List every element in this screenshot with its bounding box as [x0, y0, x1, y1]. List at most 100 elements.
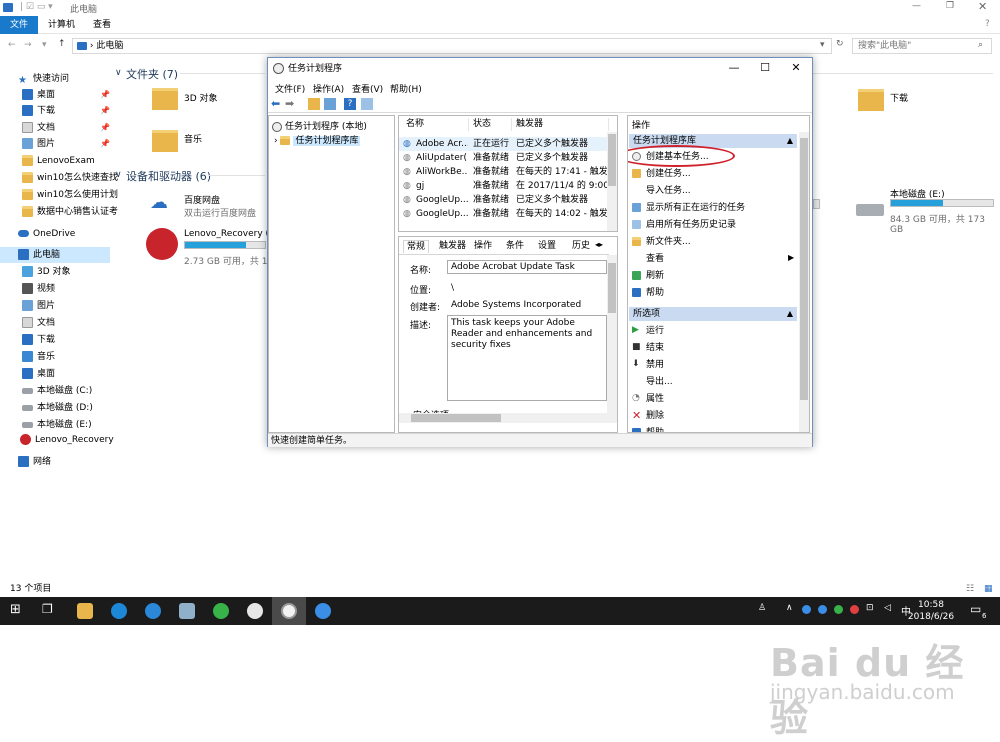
action-help-selected[interactable]: 帮助: [632, 426, 664, 432]
tray-expand-icon[interactable]: ∧: [786, 603, 793, 613]
details-view-icon[interactable]: ☷: [966, 584, 974, 594]
nav-recent-3[interactable]: win10怎么使用计划: [22, 188, 118, 203]
drive-e-icon[interactable]: [856, 204, 884, 216]
folder-music-label[interactable]: 音乐: [184, 132, 202, 145]
detail-vscrollbar[interactable]: [607, 255, 617, 423]
notification-icon[interactable]: ▭: [970, 602, 981, 616]
collapse-icon[interactable]: ▲: [787, 307, 793, 321]
nav-music[interactable]: 音乐: [22, 350, 55, 365]
nav-recent-1[interactable]: LenovoExam: [22, 154, 95, 169]
up-folder-icon[interactable]: [308, 98, 320, 110]
nav-videos[interactable]: 视频: [22, 282, 55, 297]
nav-quick-access[interactable]: ★ 快速访问: [18, 72, 69, 87]
tab-actions[interactable]: 操作: [471, 240, 495, 253]
nav-network[interactable]: 网络: [18, 455, 51, 470]
task-name-field[interactable]: Adobe Acrobat Update Task: [447, 260, 607, 274]
nav-this-pc[interactable]: 此电脑: [18, 248, 60, 263]
search-input[interactable]: 搜索"此电脑": [852, 38, 992, 54]
nav-recent-2[interactable]: win10怎么快速查找: [22, 171, 118, 186]
tray-app-icon[interactable]: [818, 605, 827, 614]
volume-icon[interactable]: ◁: [884, 603, 891, 613]
action-disable[interactable]: ⬇ 禁用: [632, 358, 664, 373]
collapse-folders-icon[interactable]: ∨: [115, 68, 122, 78]
scroll-thumb[interactable]: [411, 414, 501, 422]
nav-3d-objects[interactable]: 3D 对象: [22, 265, 71, 280]
nav-pc-documents[interactable]: 文档: [22, 316, 55, 331]
nav-pictures[interactable]: 图片: [22, 137, 55, 152]
action-help[interactable]: 帮助: [632, 286, 664, 301]
address-dropdown-icon[interactable]: ▾: [820, 40, 825, 50]
address-bar[interactable]: › 此电脑: [72, 38, 832, 54]
folder-downloads-icon[interactable]: [858, 89, 884, 111]
nav-recovery[interactable]: Lenovo_Recovery: [20, 433, 114, 448]
action-view[interactable]: 查看: [632, 252, 664, 267]
dialog-maximize-button[interactable]: ☐: [755, 61, 775, 74]
taskbar-ie-icon[interactable]: [145, 603, 161, 619]
nav-pc-desktop[interactable]: 桌面: [22, 367, 55, 382]
taskbar-app3-icon[interactable]: [315, 603, 331, 619]
task-list-scrollbar[interactable]: [607, 132, 617, 231]
column-name[interactable]: 名称: [403, 118, 469, 131]
nav-pc-downloads[interactable]: 下载: [22, 333, 55, 348]
taskbar-wechat-icon[interactable]: [213, 603, 229, 619]
tray-app-icon[interactable]: [802, 605, 811, 614]
folder-downloads-label[interactable]: 下载: [890, 91, 908, 104]
dialog-minimize-button[interactable]: —: [724, 61, 744, 74]
taskbar-edge-icon[interactable]: [111, 603, 127, 619]
tab-history[interactable]: 历史: [569, 240, 593, 253]
action-end[interactable]: ■ 结束: [632, 341, 664, 356]
taskbar-app-icon[interactable]: [179, 603, 195, 619]
tab-settings[interactable]: 设置: [535, 240, 559, 253]
selected-section-header[interactable]: 所选项 ▲: [629, 307, 797, 321]
action-refresh[interactable]: 刷新: [632, 269, 664, 284]
taskbar-app2-icon[interactable]: [247, 603, 263, 619]
tree-library[interactable]: › 任务计划程序库: [274, 133, 361, 146]
recovery-drive-label[interactable]: Lenovo_Recovery (F:): [184, 229, 280, 239]
show-action-pane-icon[interactable]: [361, 98, 373, 110]
tray-wechat-icon[interactable]: [834, 605, 843, 614]
action-show-running[interactable]: 显示所有正在运行的任务: [632, 201, 745, 216]
clock[interactable]: 10:58 2018/6/26: [906, 599, 956, 623]
refresh-icon[interactable]: ↻: [836, 39, 844, 49]
table-row[interactable]: ◍ Adobe Acr... 正在运行 已定义多个触发器: [399, 137, 609, 151]
table-row[interactable]: ◍ GoogleUp... 准备就绪 已定义多个触发器: [399, 193, 609, 207]
column-trigger[interactable]: 触发器: [513, 118, 609, 131]
taskbar-explorer-icon[interactable]: [77, 603, 93, 619]
nav-pc-pictures[interactable]: 图片: [22, 299, 55, 314]
action-export[interactable]: 导出...: [632, 375, 673, 390]
start-windows-icon[interactable]: ⊞: [10, 602, 21, 617]
ribbon-tab-computer[interactable]: 计算机: [48, 16, 75, 34]
folder-music-icon[interactable]: [152, 130, 178, 152]
scroll-thumb[interactable]: [800, 138, 808, 400]
tab-conditions[interactable]: 条件: [503, 240, 527, 253]
taskbar-scheduler-icon[interactable]: [281, 603, 297, 619]
menu-view[interactable]: 查看(V): [352, 82, 383, 95]
tab-general[interactable]: 常规: [403, 240, 430, 253]
tab-scroll-arrows-icon[interactable]: ◂▸: [595, 240, 603, 249]
minimize-button[interactable]: —: [912, 1, 921, 11]
tray-app-icon[interactable]: [850, 605, 859, 614]
forward-arrow-icon[interactable]: →: [24, 40, 32, 50]
people-icon[interactable]: ♙: [758, 603, 766, 613]
help-icon[interactable]: ?: [344, 98, 356, 110]
recent-dropdown-icon[interactable]: ▾: [42, 40, 47, 50]
menu-file[interactable]: 文件(F): [275, 82, 305, 95]
tree-root[interactable]: 任务计划程序 (本地): [272, 119, 367, 132]
close-button[interactable]: ✕: [978, 0, 987, 13]
menu-action[interactable]: 操作(A): [313, 82, 344, 95]
scroll-thumb[interactable]: [608, 263, 616, 313]
up-arrow-icon[interactable]: ↑: [58, 39, 66, 49]
detail-hscrollbar[interactable]: [399, 413, 607, 423]
back-arrow-icon[interactable]: ⬅: [271, 98, 283, 110]
help-icon[interactable]: ?: [985, 19, 990, 29]
baidu-netdisk-icon[interactable]: ☁: [150, 193, 174, 213]
quick-access-toolbar[interactable]: | ☑ ▭ ▾: [20, 2, 53, 12]
action-new-folder[interactable]: 新文件夹...: [632, 235, 691, 250]
nav-documents[interactable]: 文档: [22, 121, 55, 136]
nav-recent-4[interactable]: 数据中心销售认证考: [22, 205, 118, 220]
table-row[interactable]: ◍AliUpdater(...准备就绪已定义多个触发器: [399, 151, 609, 165]
action-create-task[interactable]: 创建任务...: [632, 167, 691, 182]
recovery-drive-icon[interactable]: [146, 228, 178, 260]
action-properties[interactable]: ◔ 属性: [632, 392, 664, 407]
back-arrow-icon[interactable]: ←: [8, 40, 16, 50]
